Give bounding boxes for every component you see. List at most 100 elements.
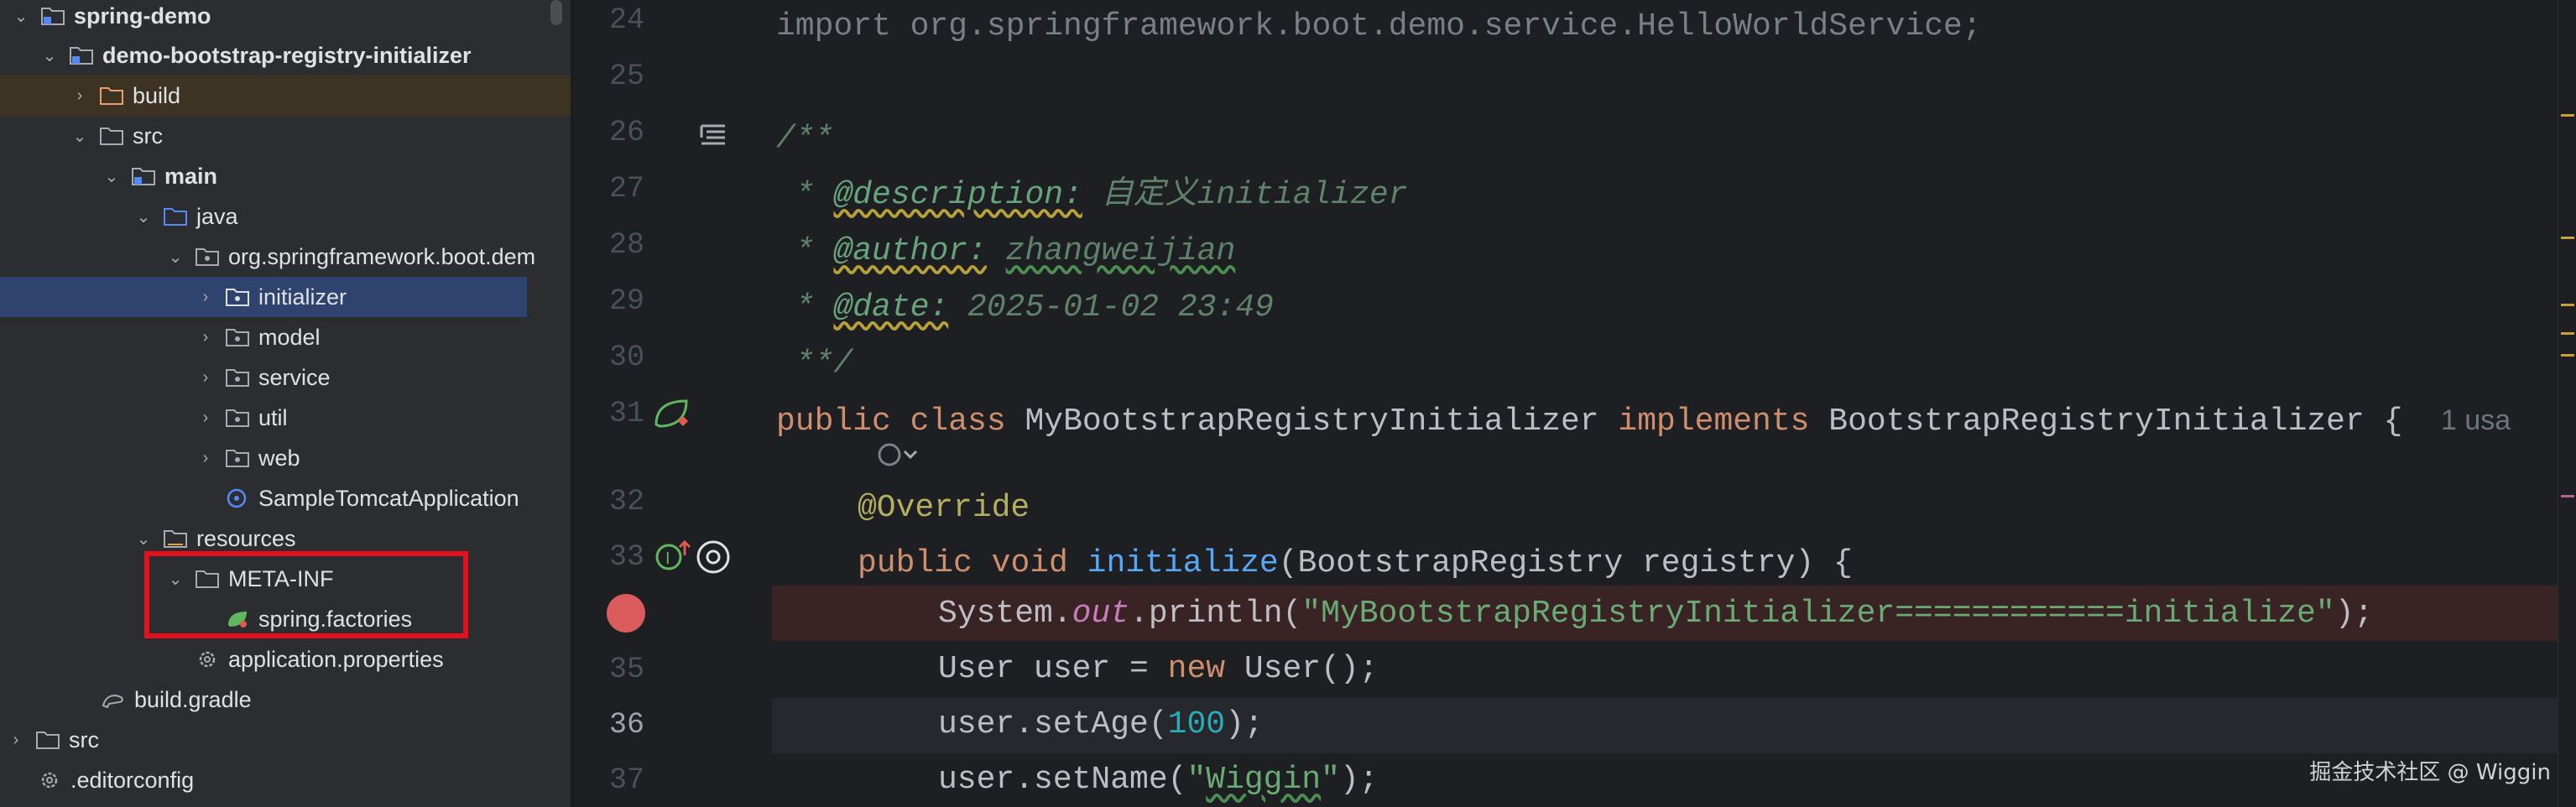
code-line-32[interactable]: @Override (858, 483, 1030, 534)
line-number: 29 (608, 284, 644, 318)
spring-boot-class-icon (227, 488, 247, 508)
doc-text: 2025-01-02 23:49 (948, 289, 1274, 325)
chevron-right-icon[interactable]: › (195, 326, 216, 348)
usages-hint[interactable]: 1 usa (2441, 404, 2511, 436)
warning-mark[interactable] (2561, 304, 2574, 306)
chevron-right-icon[interactable]: › (195, 407, 216, 429)
module-folder-icon (41, 8, 65, 25)
breakpoint-icon[interactable] (607, 594, 645, 633)
tree-item-label: src (133, 122, 163, 148)
code-line-30[interactable]: **/ (776, 339, 853, 389)
tree-item-initializer[interactable]: › initializer (0, 277, 527, 317)
chevron-down-icon[interactable]: ⌄ (133, 206, 154, 227)
tree-item-src[interactable]: ⌄ src (0, 116, 571, 156)
string-literal: " (1321, 762, 1340, 798)
spring-bean-icon[interactable] (653, 396, 695, 435)
tree-item-spring-demo[interactable]: ⌄ spring-demo (0, 0, 571, 36)
tree-item-src-root[interactable]: › src (0, 720, 571, 760)
code-text: .println( (1129, 596, 1302, 632)
chevron-down-icon[interactable]: ⌄ (69, 125, 91, 147)
gradle-icon (102, 695, 123, 709)
chevron-down-icon[interactable]: ⌄ (133, 528, 154, 549)
editor-scrollbar[interactable] (2558, 0, 2576, 807)
annotation-highlight-box (144, 551, 468, 638)
line-number: 27 (608, 172, 644, 206)
static-field: out (1072, 596, 1130, 632)
tree-item-model[interactable]: › model (0, 317, 571, 357)
tree-scrollbar[interactable] (550, 0, 562, 25)
package-icon (226, 289, 249, 306)
code-line-35[interactable]: User user = new User(); (938, 644, 1379, 695)
chevron-down-icon[interactable]: ⌄ (39, 44, 60, 66)
tree-item-module[interactable]: ⌄ demo-bootstrap-registry-initializer (0, 35, 571, 75)
tree-item-editorconfig[interactable]: .editorconfig (0, 760, 571, 800)
code-line-26[interactable]: /** (776, 114, 833, 164)
line-number: 26 (608, 116, 644, 149)
code-line-29[interactable]: * @date: 2025-01-02 23:49 (776, 283, 1274, 333)
code-line-37[interactable]: user.setName("Wiggin"); (938, 755, 1379, 805)
code-line-28[interactable]: * @author: zhangweijian (776, 226, 1236, 277)
line-number: 28 (608, 228, 644, 262)
warning-mark[interactable] (2561, 114, 2574, 117)
warning-mark[interactable] (2561, 237, 2574, 239)
string-literal: "MyBootstrapRegistryInitializer=========… (1301, 596, 2335, 632)
code-text: System. (938, 596, 1072, 632)
line-number: 32 (608, 485, 644, 518)
tree-item-web[interactable]: › web (0, 438, 571, 478)
keyword: void (991, 545, 1068, 581)
chevron-down-icon[interactable]: ⌄ (101, 165, 123, 187)
implements-method-icon[interactable]: I (654, 537, 693, 575)
code-line-34[interactable]: System.out.println("MyBootstrapRegistryI… (938, 589, 2373, 639)
folder-icon (100, 128, 123, 145)
package-icon (226, 409, 249, 427)
breakpoint-mark[interactable] (2561, 495, 2574, 497)
doc-tag-date: @date: (833, 289, 949, 325)
doc-comment: **/ (776, 346, 853, 382)
chevron-right-icon[interactable]: › (69, 85, 91, 107)
code-line-36[interactable]: user.setAge(100); (938, 700, 1264, 750)
warning-mark[interactable] (2561, 332, 2574, 335)
code-line-27[interactable]: * @description: 自定义initializer (776, 170, 1408, 221)
tree-item-label: spring-demo (74, 3, 211, 29)
code-line-24[interactable]: import org.springframework.boot.demo.ser… (776, 2, 1982, 52)
tree-item-service[interactable]: › service (0, 357, 571, 398)
chevron-right-icon[interactable]: › (5, 729, 27, 751)
chevron-right-icon[interactable]: › (195, 367, 216, 388)
code-text: user.setName( (938, 762, 1187, 798)
code-text: User(); (1225, 651, 1379, 687)
structure-fold-icon[interactable] (696, 119, 730, 153)
doc-text: 自定义initializer (1082, 177, 1408, 213)
tree-item-label: service (258, 364, 331, 390)
chevron-right-icon[interactable]: › (195, 286, 216, 308)
chevron-down-icon[interactable]: ⌄ (164, 246, 186, 268)
gear-icon (199, 651, 216, 668)
tree-item-build-folder[interactable]: › build (0, 75, 571, 116)
tree-item-java[interactable]: ⌄ java (0, 196, 571, 237)
chevron-down-icon[interactable]: ⌄ (10, 5, 32, 27)
tree-item-label: application.properties (228, 646, 444, 672)
code-line-31[interactable]: public class MyBootstrapRegistryInitiali… (776, 395, 2511, 445)
watermark: 掘金技术社区 @ Wiggin (2309, 760, 2551, 785)
number-literal: 100 (1167, 706, 1226, 742)
warning-mark[interactable] (2561, 354, 2574, 357)
tree-item-label: build.gradle (134, 686, 252, 712)
tree-item-main[interactable]: ⌄ main (0, 156, 571, 196)
chevron-right-icon[interactable]: › (195, 447, 216, 469)
tree-item-package-root[interactable]: ⌄ org.springframework.boot.dem (0, 237, 571, 277)
tree-item-sample-tomcat-application[interactable]: SampleTomcatApplication (0, 478, 571, 518)
svg-text:I: I (665, 549, 670, 568)
doc-text: zhangweijian (1005, 233, 1236, 269)
package-icon (226, 450, 249, 467)
project-tree-panel: ⌄ spring-demo ⌄ demo-bootstrap-registry-… (0, 0, 571, 807)
tree-item-label: org.springframework.boot.dem (228, 243, 536, 269)
doc-prefix: * (776, 289, 834, 325)
tree-item-application-properties[interactable]: application.properties (0, 639, 571, 679)
line-number: 24 (608, 3, 644, 37)
code-text: ); (1225, 706, 1264, 742)
override-at-icon[interactable] (695, 539, 732, 575)
code-text: User user = (938, 651, 1168, 687)
tree-item-build-gradle[interactable]: build.gradle (0, 679, 571, 720)
import-text: import org.springframework.boot.demo.ser… (776, 8, 1982, 44)
code-line-33[interactable]: public void initialize(BootstrapRegistry… (858, 539, 1853, 589)
tree-item-util[interactable]: › util (0, 398, 571, 438)
